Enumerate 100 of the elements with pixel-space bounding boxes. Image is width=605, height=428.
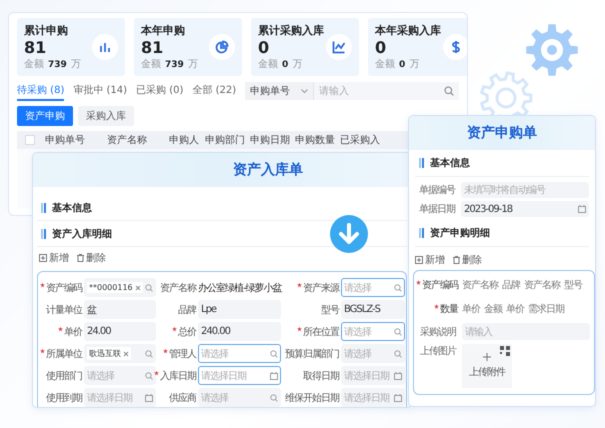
amount-value: 0 bbox=[399, 60, 406, 70]
search-icon bbox=[394, 350, 402, 358]
amount-value: 739 bbox=[165, 60, 184, 70]
column-label: 单价 bbox=[506, 302, 524, 316]
field-label: 计量单位 bbox=[46, 304, 82, 316]
field-label: 资产编码 bbox=[416, 278, 458, 292]
input-field[interactable]: Lpe bbox=[198, 300, 281, 319]
column-header: 申购数量 bbox=[295, 134, 336, 147]
section-title: 基本信息 bbox=[430, 156, 470, 170]
search-field-select[interactable]: 申购单号 bbox=[245, 82, 314, 100]
amount-label: 金额 bbox=[375, 58, 395, 70]
field-label: 型号 bbox=[321, 304, 339, 316]
search-icon bbox=[145, 372, 153, 380]
field-label: 所属单位 bbox=[40, 346, 82, 360]
tag-field[interactable]: 歌迅互联 bbox=[84, 344, 156, 363]
plus-icon bbox=[415, 256, 423, 264]
trash-icon bbox=[453, 256, 460, 264]
window-title: 资产入库单 bbox=[233, 161, 303, 179]
bar-chart-icon bbox=[92, 34, 118, 60]
amount-label: 金额 bbox=[141, 58, 161, 70]
action-button[interactable]: 采购入库 bbox=[78, 106, 134, 126]
column-label: 型号 bbox=[564, 278, 582, 292]
stat-title: 累计申购 bbox=[24, 24, 68, 38]
stat-count: 81 bbox=[24, 38, 46, 58]
trash-icon bbox=[77, 254, 84, 262]
amount-value: 739 bbox=[48, 60, 67, 70]
upload-button[interactable]: 上传附件 bbox=[462, 344, 512, 388]
stat-count: 81 bbox=[141, 38, 164, 58]
field-label: 资产来源 bbox=[297, 280, 339, 294]
plus-icon bbox=[483, 353, 491, 361]
field-label: 预算归属部门 bbox=[285, 348, 339, 360]
add-button[interactable]: 新增 bbox=[39, 251, 69, 265]
close-icon[interactable] bbox=[134, 284, 141, 290]
delete-button[interactable]: 删除 bbox=[453, 253, 482, 267]
search-icon bbox=[145, 350, 153, 358]
column-header: 申购日期 bbox=[250, 134, 291, 147]
search-icon bbox=[394, 328, 402, 336]
stat-count: 0 bbox=[258, 38, 270, 58]
field-label: 维保开始日期 bbox=[285, 392, 339, 404]
input-field[interactable]: 240.00 bbox=[198, 322, 281, 341]
field-value: 办公室绿植-绿萝小盆 bbox=[198, 282, 281, 296]
section-title: 资产入库明细 bbox=[52, 227, 112, 240]
field-label: 使用部门 bbox=[46, 370, 82, 382]
stat-title: 本年申购 bbox=[141, 24, 185, 38]
field-label: 管理人 bbox=[163, 346, 196, 360]
amount-value: 0 bbox=[282, 60, 288, 70]
calendar-icon bbox=[394, 394, 402, 402]
tag-field[interactable]: **0000116 bbox=[84, 278, 156, 297]
input-field[interactable]: 24.00 bbox=[84, 322, 156, 341]
action-button[interactable]: 资产申购 bbox=[17, 106, 73, 126]
caret-icon bbox=[301, 88, 308, 94]
column-label: 资产名称 bbox=[524, 278, 560, 292]
column-header: 资产名称 bbox=[107, 134, 148, 147]
field-label: 单价 bbox=[58, 324, 82, 338]
pie-chart-icon bbox=[209, 34, 235, 60]
tab[interactable]: 已采购 (0) bbox=[136, 81, 184, 101]
calendar-icon bbox=[578, 205, 586, 213]
field-label: 上传图片 bbox=[419, 344, 456, 358]
field-label: 数量 bbox=[434, 302, 458, 316]
amount-unit: 万 bbox=[188, 58, 198, 70]
add-button[interactable]: 新增 bbox=[415, 253, 445, 267]
calendar-icon bbox=[394, 372, 402, 380]
tab[interactable]: 待采购 (8) bbox=[17, 81, 64, 101]
column-header: 申购部门 bbox=[205, 134, 246, 147]
section-marker-icon bbox=[419, 158, 424, 168]
search-icon bbox=[270, 394, 278, 402]
calendar-icon bbox=[270, 372, 278, 380]
field-label: 总价 bbox=[172, 324, 196, 338]
amount-label: 金额 bbox=[258, 58, 278, 70]
section-marker-icon bbox=[41, 228, 46, 238]
tag: **0000116 bbox=[87, 282, 143, 293]
stat-count: 0 bbox=[375, 38, 386, 58]
column-header: 申购人 bbox=[169, 134, 200, 147]
field-label: 采购说明 bbox=[419, 326, 456, 338]
tab[interactable]: 审批中 (14) bbox=[73, 81, 128, 101]
stat-title: 本年采购入库 bbox=[375, 24, 441, 38]
search-icon bbox=[444, 86, 454, 96]
plus-icon bbox=[39, 254, 47, 262]
amount-label: 金额 bbox=[24, 58, 44, 70]
field-label: 入库日期 bbox=[154, 368, 196, 382]
section-marker-icon bbox=[41, 202, 46, 212]
checkbox[interactable] bbox=[25, 135, 35, 145]
close-icon[interactable] bbox=[123, 350, 129, 356]
input-field[interactable]: BGSLZ-S bbox=[341, 300, 405, 319]
line-chart-icon bbox=[326, 34, 352, 60]
column-header: 已采购入 bbox=[340, 134, 381, 147]
delete-button[interactable]: 删除 bbox=[77, 251, 106, 265]
tab[interactable]: 全部 (22) bbox=[192, 81, 236, 101]
input-field[interactable]: 盆 bbox=[84, 300, 156, 319]
amount-unit: 万 bbox=[292, 58, 302, 70]
section-title: 基本信息 bbox=[52, 202, 92, 214]
field-label: 品牌 bbox=[178, 304, 196, 316]
search-icon bbox=[394, 284, 402, 292]
calendar-icon bbox=[145, 394, 153, 402]
window-title: 资产申购单 bbox=[467, 124, 537, 142]
field-label: 资产名称 bbox=[160, 282, 196, 294]
column-label: 单价 bbox=[462, 302, 480, 316]
section-marker-icon bbox=[419, 228, 424, 238]
qr-code-icon bbox=[500, 346, 510, 356]
date-field[interactable]: 2023-09-18 bbox=[461, 201, 589, 217]
